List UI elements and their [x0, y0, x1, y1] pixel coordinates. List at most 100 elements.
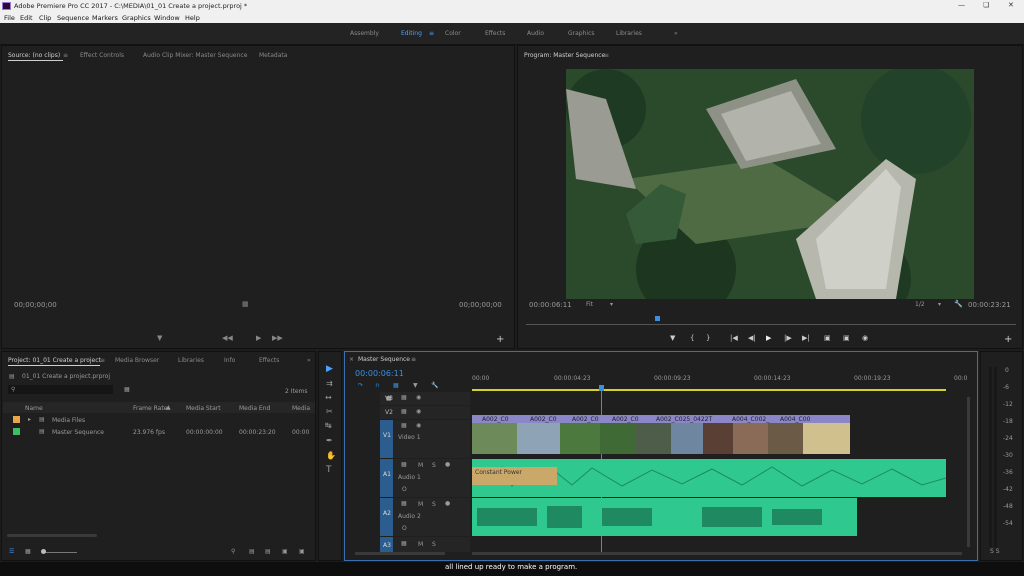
tab-audio-clip-mixer[interactable]: Audio Clip Mixer: Master Sequence	[143, 52, 247, 59]
sync-lock-icon[interactable]: ▦	[401, 500, 407, 507]
program-add-button-icon[interactable]: +	[1004, 334, 1012, 345]
step-forward-icon[interactable]: |▶	[784, 334, 792, 342]
column-media[interactable]: Media	[292, 405, 310, 412]
close-icon[interactable]: ✕	[1008, 1, 1014, 9]
microphone-icon[interactable]: ●	[445, 461, 450, 468]
program-timecode[interactable]: 00:00:06:11	[529, 301, 572, 309]
source-play-icon[interactable]: ▶	[256, 334, 261, 342]
column-frame-rate[interactable]: Frame Rate	[133, 405, 167, 412]
timeline-settings-wrench-icon[interactable]: 🔧	[431, 382, 438, 389]
razor-tool-icon[interactable]: ✂	[326, 407, 333, 416]
tab-metadata[interactable]: Metadata	[259, 52, 287, 59]
menu-markers[interactable]: Markers	[92, 14, 118, 22]
work-area-bar[interactable]	[472, 389, 946, 391]
zoom-slider-handle[interactable]	[41, 549, 46, 554]
sync-lock-icon[interactable]: ▦	[401, 422, 407, 429]
sync-lock-icon[interactable]: ▦	[401, 461, 407, 468]
workspace-color[interactable]: Color	[445, 30, 461, 37]
timeline-header-scrollbar[interactable]	[355, 552, 445, 555]
timeline-close-icon[interactable]: ×	[349, 356, 354, 363]
disclosure-triangle-icon[interactable]: ▸	[28, 416, 31, 423]
column-media-end[interactable]: Media End	[239, 405, 270, 412]
eye-icon[interactable]: ◉	[416, 422, 421, 429]
go-to-out-icon[interactable]: ▶|	[802, 334, 810, 342]
timeline-horizontal-scrollbar[interactable]	[472, 552, 962, 555]
a2-source-patch[interactable]	[380, 498, 393, 536]
workspace-graphics[interactable]: Graphics	[568, 30, 595, 37]
new-item-icon[interactable]: ▣	[282, 548, 288, 555]
sync-lock-icon[interactable]: ▦	[401, 394, 407, 401]
workspace-libraries[interactable]: Libraries	[616, 30, 642, 37]
menu-sequence[interactable]: Sequence	[57, 14, 89, 22]
project-row-master-sequence[interactable]: ▤ Master Sequence 23.976 fps 00:00:00:00…	[3, 426, 315, 437]
timeline-timecode[interactable]: 00:00:06:11	[355, 369, 404, 378]
maximize-icon[interactable]: ❏	[983, 1, 989, 9]
folder-bottom-icon[interactable]: ▤	[265, 548, 271, 555]
sort-ascending-icon[interactable]: ▲	[166, 404, 171, 411]
search-input[interactable]	[8, 385, 113, 394]
tab-info[interactable]: Info	[224, 357, 235, 364]
source-settings-icon[interactable]: ▦	[242, 300, 249, 308]
menu-graphics[interactable]: Graphics	[122, 14, 151, 22]
more-panels-icon[interactable]: »	[307, 357, 311, 364]
extract-icon[interactable]: ▣	[843, 334, 850, 342]
wrench-icon[interactable]: 🔧	[954, 300, 963, 308]
track-select-tool-icon[interactable]: ⇉	[326, 379, 333, 388]
tab-libraries[interactable]: Libraries	[178, 357, 204, 364]
play-icon[interactable]: ▶	[766, 334, 771, 342]
tab-source-menu-icon[interactable]: ≡	[63, 52, 68, 59]
insert-nest-icon[interactable]: ↷	[358, 382, 363, 389]
workspace-audio[interactable]: Audio	[527, 30, 544, 37]
video-clip-strip[interactable]: A002_C0 A002_C0 A002_C0 A002_C0 A002_C02…	[472, 415, 850, 454]
timeline-tab[interactable]: Master Sequence	[358, 356, 410, 363]
workspace-editing[interactable]: Editing	[401, 30, 422, 37]
program-scrub-bar[interactable]	[526, 324, 1016, 325]
menu-help[interactable]: Help	[185, 14, 200, 22]
a1-source-patch[interactable]	[380, 459, 393, 497]
source-step-forward-icon[interactable]: ▶▶	[272, 334, 283, 342]
solo-button[interactable]: S	[432, 462, 436, 469]
linked-selection-icon[interactable]: ▦	[393, 382, 399, 389]
quality-dropdown[interactable]: 1/2	[915, 301, 925, 308]
list-view-icon[interactable]: ☰	[9, 548, 14, 555]
column-name[interactable]: Name	[25, 405, 43, 412]
add-marker-timeline-icon[interactable]: ▼	[413, 382, 418, 389]
fit-dropdown[interactable]: Fit	[586, 301, 593, 308]
solo-button[interactable]: S	[432, 501, 436, 508]
export-frame-camera-icon[interactable]: ◉	[862, 334, 868, 342]
ripple-edit-tool-icon[interactable]: ↔	[325, 393, 332, 402]
tab-project-menu-icon[interactable]: ≡	[100, 357, 105, 364]
source-marker-icon[interactable]: ▼	[157, 334, 162, 342]
new-bin-icon[interactable]: ▦	[124, 386, 130, 393]
program-playhead[interactable]	[655, 316, 660, 321]
mute-button[interactable]: M	[418, 462, 423, 469]
column-media-start[interactable]: Media Start	[186, 405, 221, 412]
find-icon[interactable]: ⚲	[231, 548, 235, 555]
mark-out-icon[interactable]: }	[706, 334, 710, 342]
menu-clip[interactable]: Clip	[39, 14, 51, 22]
zoom-slider[interactable]	[42, 552, 77, 553]
label-color-swatch[interactable]	[13, 428, 20, 435]
project-row-media-files[interactable]: ▸ ▤ Media Files	[3, 414, 315, 425]
snap-icon[interactable]: ∩	[375, 382, 379, 389]
workspace-assembly[interactable]: Assembly	[350, 30, 379, 37]
workspace-effects[interactable]: Effects	[485, 30, 505, 37]
sync-lock-icon[interactable]: ▦	[401, 540, 407, 547]
step-back-icon[interactable]: ◀|	[748, 334, 756, 342]
crossfade-transition[interactable]: Constant Power	[472, 467, 557, 485]
pen-tool-icon[interactable]: ✒	[326, 436, 333, 445]
mute-button[interactable]: M	[418, 501, 423, 508]
timeline-menu-icon[interactable]: ≡	[411, 356, 416, 363]
source-step-back-icon[interactable]: ◀◀	[222, 334, 233, 342]
icon-view-icon[interactable]: ▦	[25, 548, 31, 555]
audio-clip-a2[interactable]	[472, 498, 857, 536]
workspace-menu-icon[interactable]: ≡	[429, 30, 434, 37]
program-menu-icon[interactable]: ≡	[604, 52, 609, 59]
menu-file[interactable]: File	[4, 14, 15, 22]
trash-icon[interactable]: ▣	[299, 548, 305, 555]
v1-source-patch[interactable]	[380, 420, 393, 458]
solo-button[interactable]: S	[432, 541, 436, 548]
tab-project[interactable]: Project: 01_01 Create a project	[8, 357, 101, 364]
audio-clip-a1[interactable]: Constant Power	[472, 459, 946, 497]
new-bin-bottom-icon[interactable]: ▤	[249, 548, 255, 555]
